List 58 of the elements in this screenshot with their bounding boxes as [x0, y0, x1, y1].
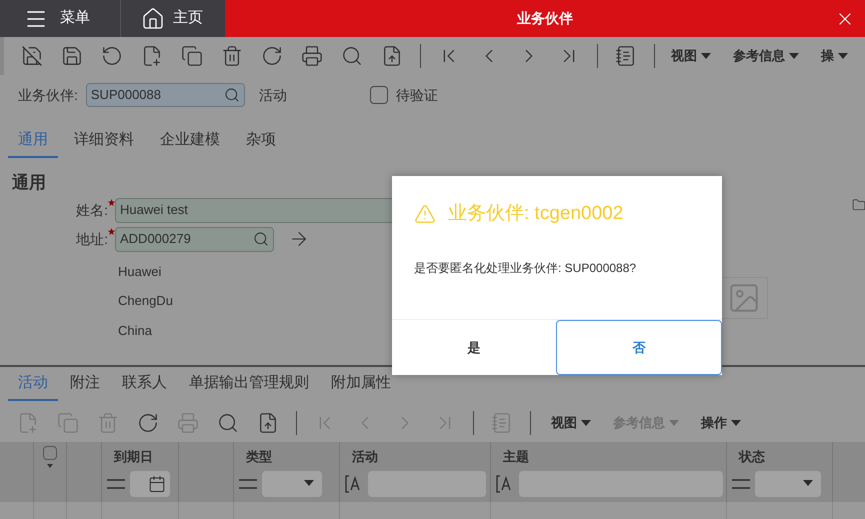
- tab[interactable]: 企业建模: [150, 124, 230, 158]
- home-button[interactable]: 主页: [121, 0, 225, 37]
- caret-icon: [581, 420, 591, 426]
- dialog-button[interactable]: 否: [556, 320, 722, 375]
- warning-icon: [414, 203, 436, 226]
- checkbox-label: 待验证: [396, 86, 438, 104]
- caret-icon: [838, 52, 848, 60]
- calendar-icon: [148, 474, 166, 492]
- address-line: ChengDu: [118, 292, 173, 310]
- caret-icon: [47, 464, 53, 468]
- address-line: Huawei: [118, 262, 162, 280]
- column-header[interactable]: 主题: [495, 447, 726, 466]
- filter-operator-icon[interactable]: [238, 476, 258, 490]
- menu-button[interactable]: 视图: [671, 46, 711, 66]
- dialog-title: 业务伙伴: tcgen0002: [448, 202, 624, 226]
- caret-icon: [701, 52, 711, 60]
- partner-field[interactable]: SUP000088: [86, 83, 245, 107]
- caret-icon: [731, 420, 741, 426]
- column-header[interactable]: 到期日: [106, 447, 178, 466]
- field-label: 地址:: [75, 230, 108, 248]
- select-all-checkbox[interactable]: [43, 446, 57, 460]
- column-header[interactable]: 类型: [238, 447, 339, 466]
- window-title: 业务伙伴: [517, 9, 573, 28]
- section-heading: 通用: [12, 172, 46, 194]
- tab[interactable]: 单据输出管理规则: [179, 367, 319, 401]
- dialog-message: 是否要匿名化处理业务伙伴: SUP000088?: [413, 260, 638, 276]
- folder-icon: [852, 198, 865, 212]
- tab[interactable]: 详细资料: [64, 124, 144, 158]
- filter-operator-icon[interactable]: [731, 476, 751, 490]
- text-filter-field[interactable]: [519, 470, 723, 496]
- caret-icon: [789, 52, 799, 60]
- menu-button[interactable]: 参考信息: [733, 46, 799, 66]
- lookup-icon: [253, 231, 269, 247]
- text-filter-field[interactable]: [368, 470, 486, 496]
- select-filter-field[interactable]: [262, 470, 322, 496]
- caret-icon: [803, 480, 813, 487]
- menu-button[interactable]: 操作: [701, 413, 741, 433]
- tab[interactable]: 联系人: [112, 367, 177, 401]
- caret-icon: [669, 420, 679, 426]
- caret-icon: [304, 480, 314, 487]
- menu-button[interactable]: 菜单: [0, 0, 121, 37]
- field-label: 姓名:: [75, 200, 108, 220]
- tab[interactable]: 杂项: [236, 124, 286, 158]
- lookup-icon: [224, 87, 240, 103]
- home-icon: [141, 6, 165, 30]
- column-header[interactable]: 活动: [344, 447, 490, 466]
- address-field[interactable]: ADD000279: [115, 226, 274, 252]
- filter-operator-icon[interactable]: [106, 476, 126, 490]
- checkbox[interactable]: [370, 86, 388, 104]
- status-text: 活动: [258, 86, 288, 104]
- tab[interactable]: 附注: [60, 367, 110, 401]
- column-header[interactable]: 状态: [731, 447, 832, 466]
- address-line: China: [118, 322, 152, 340]
- select-filter-field[interactable]: [755, 470, 821, 496]
- menu-button[interactable]: 视图: [551, 413, 591, 433]
- field-label: 业务伙伴:: [18, 86, 78, 104]
- menu-button[interactable]: 操: [821, 46, 848, 66]
- date-filter-field[interactable]: [130, 470, 170, 496]
